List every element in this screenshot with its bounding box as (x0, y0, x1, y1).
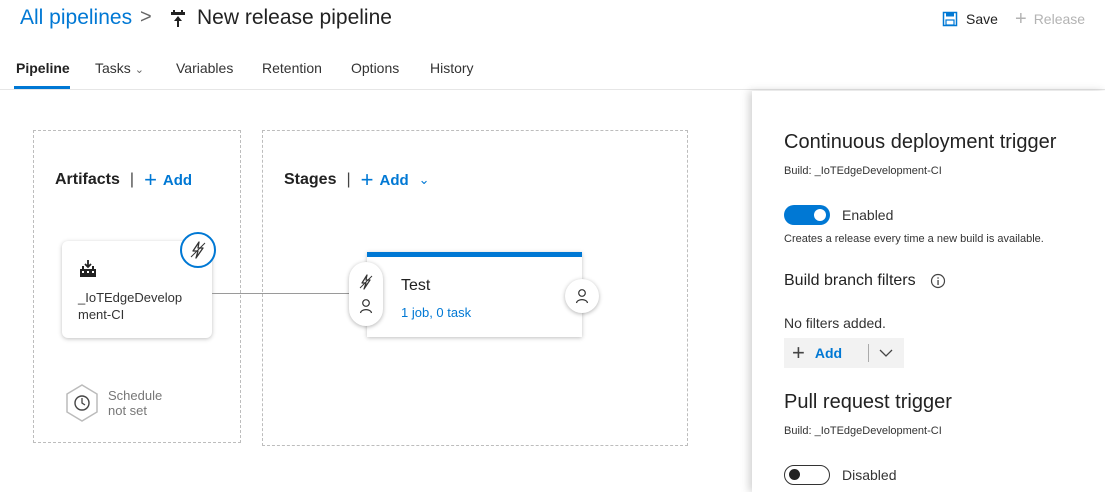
stage-tasks-link[interactable]: 1 job, 0 task (401, 305, 471, 320)
tab-tasks[interactable]: Tasks ⌄ (95, 60, 144, 76)
tab-variables[interactable]: Variables (176, 60, 233, 76)
tab-options[interactable]: Options (351, 60, 399, 76)
page-title: New release pipeline (197, 6, 392, 29)
breadcrumb-all-pipelines[interactable]: All pipelines (20, 6, 132, 30)
stage-name: Test (401, 277, 431, 294)
separator: | (346, 171, 351, 188)
lightning-icon (190, 241, 206, 259)
schedule-line1: Schedule (108, 388, 163, 403)
tab-pipeline[interactable]: Pipeline (16, 60, 70, 76)
cd-trigger-toggle-label: Enabled (842, 207, 894, 223)
plus-icon: + (1015, 8, 1027, 30)
cd-trigger-build: Build: _IoTEdgeDevelopment-CI (784, 165, 942, 177)
add-filter-button[interactable]: + Add (784, 338, 868, 368)
continuous-deployment-trigger-button[interactable] (180, 232, 216, 268)
header-bar: All pipelines > New release pipeline Sav… (0, 0, 1105, 44)
pr-trigger-build: Build: _IoTEdgeDevelopment-CI (784, 425, 942, 437)
cd-trigger-description: Creates a release every time a new build… (784, 233, 1044, 245)
cd-trigger-toggle[interactable] (784, 205, 830, 225)
pr-trigger-toggle-label: Disabled (842, 467, 897, 483)
release-button[interactable]: + Release (1015, 8, 1086, 30)
tab-retention[interactable]: Retention (262, 60, 322, 76)
separator: | (129, 171, 135, 188)
save-icon (942, 11, 958, 27)
build-branch-filters-label: Build branch filters (784, 272, 946, 290)
plus-icon: + (360, 167, 374, 192)
artifacts-heading: Artifacts (55, 171, 120, 188)
tab-history[interactable]: History (430, 60, 474, 76)
no-filters-text: No filters added. (784, 315, 886, 331)
add-filter-label: Add (814, 345, 843, 361)
chevron-down-icon: ⌄ (418, 172, 430, 187)
add-stage-label: Add (379, 171, 409, 189)
release-pipeline-icon (171, 10, 185, 27)
stage-card-test[interactable]: Test 1 job, 0 task (367, 252, 582, 337)
schedule-trigger[interactable]: Schedule not set (64, 383, 162, 423)
add-stage-button[interactable]: + Add ⌄ (360, 167, 430, 192)
trigger-settings-panel: Continuous deployment trigger Build: _Io… (752, 91, 1105, 492)
tab-bar: Pipeline Tasks ⌄ Variables Retention Opti… (0, 50, 1105, 90)
add-artifact-button[interactable]: + Add (144, 167, 193, 192)
artifacts-header: Artifacts | + Add (55, 167, 193, 192)
release-label: Release (1033, 11, 1086, 27)
cd-trigger-heading: Continuous deployment trigger (784, 131, 1057, 153)
schedule-text: Schedule not set (108, 388, 162, 418)
person-icon (575, 289, 589, 304)
stages-heading: Stages (284, 171, 337, 188)
chevron-down-icon (879, 349, 893, 357)
breadcrumb-separator: > (140, 6, 152, 28)
active-tab-indicator (14, 86, 70, 89)
clock-icon (66, 384, 98, 422)
schedule-line2: not set (108, 403, 148, 418)
add-filter-control: + Add (784, 338, 904, 368)
artifact-name-line2: ment-CI (78, 307, 125, 322)
save-label: Save (966, 11, 998, 27)
plus-icon: + (792, 340, 805, 365)
add-filter-dropdown[interactable] (869, 338, 903, 368)
artifact-name-line1: _IoTEdgeDevelop (78, 290, 183, 305)
build-branch-filters-text: Build branch filters (784, 272, 916, 289)
pre-deployment-conditions (349, 262, 383, 326)
save-button[interactable]: Save (942, 11, 998, 27)
plus-icon: + (144, 167, 157, 192)
add-artifact-label: Add (162, 171, 193, 189)
build-artifact-icon (80, 260, 96, 277)
lightning-icon[interactable] (358, 274, 374, 290)
post-deployment-approvals-button[interactable] (565, 279, 599, 313)
tab-tasks-label: Tasks (95, 60, 131, 76)
stages-header: Stages | + Add ⌄ (284, 167, 430, 192)
info-icon[interactable] (930, 273, 946, 289)
person-icon[interactable] (358, 298, 374, 314)
pr-trigger-heading: Pull request trigger (784, 391, 952, 413)
artifact-name: _IoTEdgeDevelop ment-CI (78, 289, 206, 323)
chevron-down-icon: ⌄ (134, 64, 145, 76)
pr-trigger-toggle[interactable] (784, 465, 830, 485)
